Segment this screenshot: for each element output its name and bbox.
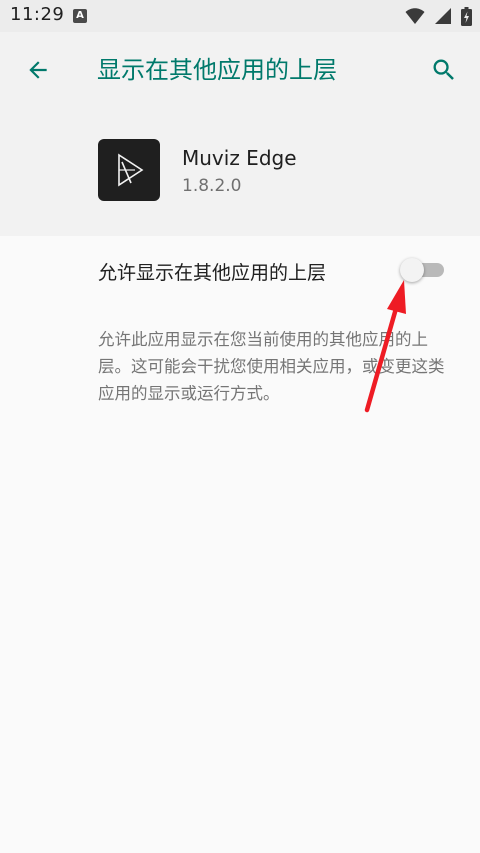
switch-thumb: [400, 258, 424, 282]
battery-icon: [461, 7, 472, 26]
app-header: Muviz Edge 1.8.2.0: [0, 108, 480, 236]
overlay-permission-row[interactable]: 允许显示在其他应用的上层: [0, 240, 480, 302]
muviz-edge-logo-icon: [98, 139, 160, 201]
back-button[interactable]: [20, 52, 56, 88]
overlay-permission-switch[interactable]: [396, 254, 452, 286]
play-triangle-icon: [118, 153, 144, 187]
overlay-permission-label: 允许显示在其他应用的上层: [98, 262, 327, 284]
notification-icon: A: [73, 9, 87, 23]
arrow-back-icon: [29, 61, 47, 79]
app-bar: 显示在其他应用的上层: [0, 32, 480, 108]
page-title: 显示在其他应用的上层: [97, 56, 337, 84]
search-button[interactable]: [426, 52, 462, 88]
signal-icon: [434, 8, 451, 24]
status-bar: 11:29 A: [0, 0, 480, 32]
status-icons: [401, 7, 472, 27]
search-icon: [433, 59, 454, 80]
wifi-icon: [405, 8, 425, 24]
permission-description: 允许此应用显示在您当前使用的其他应用的上层。这可能会干扰您使用相关应用，或变更这…: [98, 330, 445, 403]
app-version: 1.8.2.0: [182, 176, 242, 196]
app-name: Muviz Edge: [182, 146, 297, 170]
status-time: 11:29: [10, 4, 65, 25]
